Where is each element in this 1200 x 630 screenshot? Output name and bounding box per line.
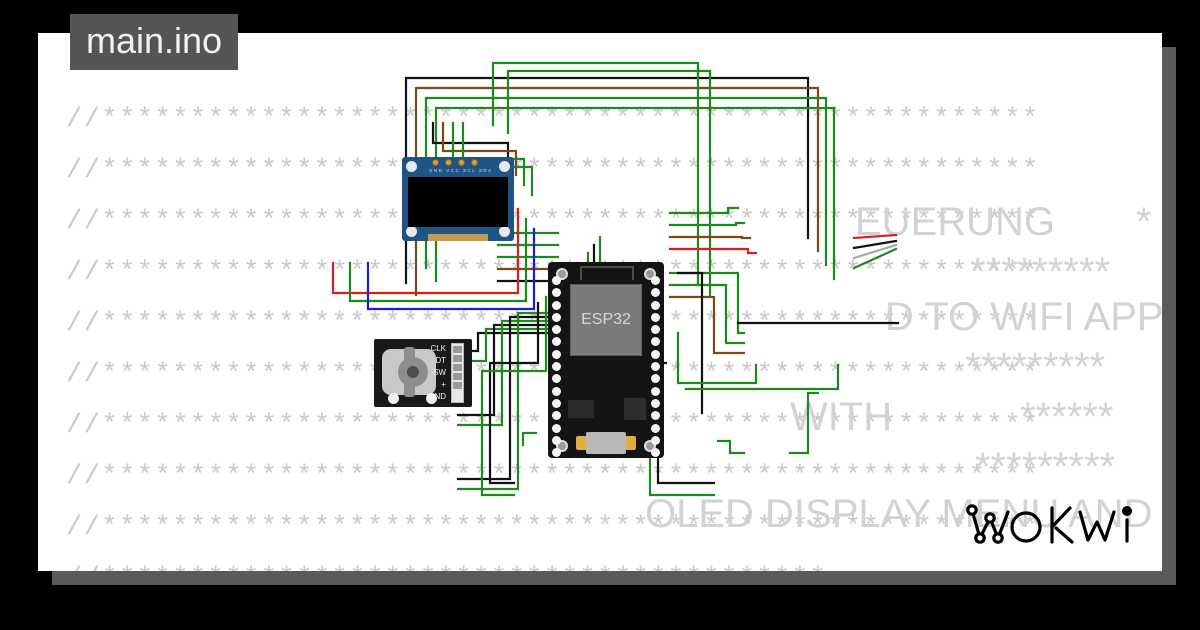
esp32-board[interactable]: ESP32 — [548, 262, 664, 458]
encoder-label-clk: CLK — [430, 344, 446, 353]
esp32-rf-shield: ESP32 — [570, 284, 642, 356]
oled-pin-sda[interactable] — [471, 159, 478, 166]
encoder-pin-header[interactable] — [451, 343, 464, 403]
oled-pin-vcc[interactable] — [445, 159, 452, 166]
encoder-knob-center — [407, 366, 419, 378]
diagram-canvas[interactable]: //**************************************… — [38, 33, 1162, 571]
esp32-usb-uart-chip — [624, 398, 646, 420]
oled-flex-connector — [428, 234, 488, 241]
encoder-label-dt: DT — [435, 356, 446, 365]
wokwi-logo — [964, 502, 1140, 553]
oled-mount-hole-tr — [499, 161, 510, 172]
rotary-encoder[interactable]: CLK DT SW + GND — [374, 339, 472, 407]
oled-pin-header[interactable] — [432, 159, 478, 166]
code-comment-line: //**************************************… — [66, 105, 1040, 135]
encoder-label-plus: + — [441, 380, 446, 389]
encoder-mount-hole-l — [388, 393, 399, 404]
headline-fragment: EUERUNG — [855, 200, 1056, 244]
headline-fragment: ********* — [965, 345, 1106, 389]
oled-display[interactable]: GND VCC SCL SDA — [402, 157, 514, 241]
esp32-silk-label: ESP32 — [581, 311, 631, 328]
encoder-mount-hole-r — [426, 393, 437, 404]
encoder-label-sw: SW — [433, 368, 446, 377]
screenshot-root: //**************************************… — [0, 0, 1200, 630]
esp32-right-pin-header[interactable] — [651, 276, 660, 458]
esp32-usb-port[interactable] — [586, 432, 626, 454]
headline-fragment: * — [1136, 200, 1152, 244]
headline-fragment: ****** — [1020, 395, 1114, 439]
headline-fragment: D TO WIFI APP — [885, 295, 1162, 339]
esp32-antenna-trace — [580, 266, 634, 280]
oled-pin-labels: GND VCC SCL SDA — [429, 168, 493, 173]
code-comment-line: //**************************************… — [66, 462, 1040, 492]
esp32-left-pin-header[interactable] — [552, 276, 561, 458]
code-comment-line: //**************************************… — [66, 156, 1040, 186]
oled-pin-scl[interactable] — [458, 159, 465, 166]
headline-fragment: WITH — [790, 395, 893, 439]
oled-mount-hole-br — [499, 226, 510, 237]
headline-fragment: ********* — [975, 445, 1116, 489]
headline-fragment: ********* — [970, 250, 1111, 294]
oled-mount-hole-tl — [406, 161, 417, 172]
oled-mount-hole-bl — [406, 226, 417, 237]
wokwi-logo-svg — [966, 504, 1133, 544]
esp32-voltage-regulator — [568, 400, 594, 418]
oled-pin-gnd[interactable] — [432, 159, 439, 166]
code-comment-line: //**************************************… — [66, 564, 827, 571]
oled-screen — [408, 177, 508, 227]
file-tab[interactable]: main.ino — [70, 14, 239, 70]
